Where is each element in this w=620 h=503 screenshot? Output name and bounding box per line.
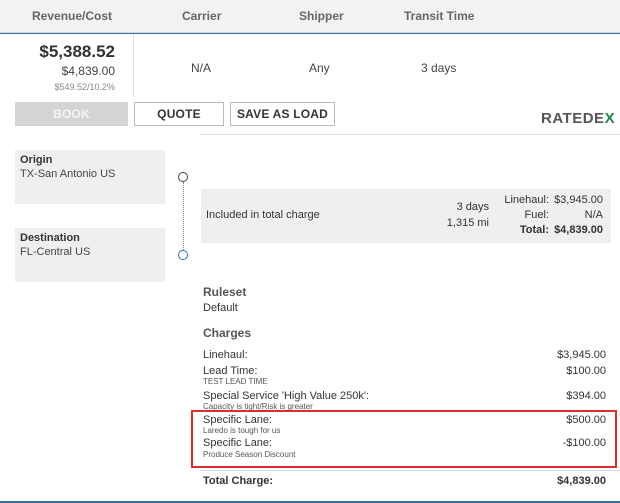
- summary-days: 3 days: [456, 201, 489, 213]
- section-divider: [200, 134, 620, 135]
- total-divider: [200, 470, 620, 471]
- summary-total-label: Total:: [519, 224, 549, 236]
- shipper-value: Any: [309, 61, 330, 75]
- quote-button[interactable]: QUOTE: [134, 102, 224, 126]
- cost-amount: $4,839.00: [61, 64, 115, 78]
- origin-value: TX-San Antonio US: [20, 168, 116, 180]
- charge-amount: $394.00: [566, 390, 606, 402]
- summary-fuel-value: N/A: [584, 209, 603, 221]
- revenue-amount: $5,388.52: [39, 42, 115, 61]
- margin-amount: $549.52/10.2%: [54, 82, 115, 92]
- charge-amount: $3,945.00: [557, 349, 606, 361]
- ruleset-title: Ruleset: [203, 285, 247, 299]
- charge-note: TEST LEAD TIME: [203, 377, 268, 386]
- summary-fuel-label: Fuel:: [524, 209, 549, 221]
- summary-total-value: $4,839.00: [554, 224, 603, 236]
- results-header: Revenue/Cost Carrier Shipper Transit Tim…: [0, 0, 620, 33]
- header-carrier: Carrier: [182, 9, 222, 23]
- destination-value: FL-Central US: [20, 246, 91, 258]
- origin-card: Origin TX-San Antonio US: [15, 150, 165, 204]
- charge-label: Linehaul:: [203, 349, 248, 361]
- ratedex-logo: RATEDEX: [541, 110, 615, 127]
- origin-label: Origin: [20, 154, 53, 166]
- rate-summary: Included in total charge 3 days 1,315 mi…: [201, 189, 611, 243]
- header-transit-time: Transit Time: [404, 9, 475, 23]
- charges-title: Charges: [203, 326, 252, 340]
- logo-accent: X: [604, 110, 616, 127]
- total-charge-value: $4,839.00: [557, 475, 606, 487]
- book-button[interactable]: BOOK: [15, 102, 128, 126]
- carrier-value: N/A: [191, 61, 212, 75]
- logo-text: RATEDE: [541, 110, 605, 127]
- origin-marker-icon: [178, 172, 188, 182]
- highlight-box: [191, 410, 617, 468]
- summary-linehaul-label: Linehaul:: [504, 194, 549, 206]
- header-shipper: Shipper: [299, 9, 344, 23]
- included-note: Included in total charge: [206, 209, 320, 221]
- transit-time-value: 3 days: [421, 61, 457, 75]
- destination-card: Destination FL-Central US: [15, 228, 165, 282]
- charge-label: Lead Time:: [203, 365, 258, 377]
- summary-linehaul-value: $3,945.00: [554, 194, 603, 206]
- destination-label: Destination: [20, 232, 80, 244]
- save-as-load-button[interactable]: SAVE AS LOAD: [230, 102, 335, 126]
- charge-amount: $100.00: [566, 365, 606, 377]
- destination-marker-icon: [178, 250, 188, 260]
- revenue-cost-cell: $5,388.52 $4,839.00 $549.52/10.2%: [0, 34, 134, 96]
- summary-miles: 1,315 mi: [446, 217, 489, 229]
- route-connector: [183, 182, 184, 250]
- charge-label: Special Service 'High Value 250k':: [203, 390, 370, 402]
- header-revenue-cost: Revenue/Cost: [32, 9, 113, 23]
- ruleset-value: Default: [203, 302, 238, 314]
- total-charge-label: Total Charge:: [203, 475, 274, 487]
